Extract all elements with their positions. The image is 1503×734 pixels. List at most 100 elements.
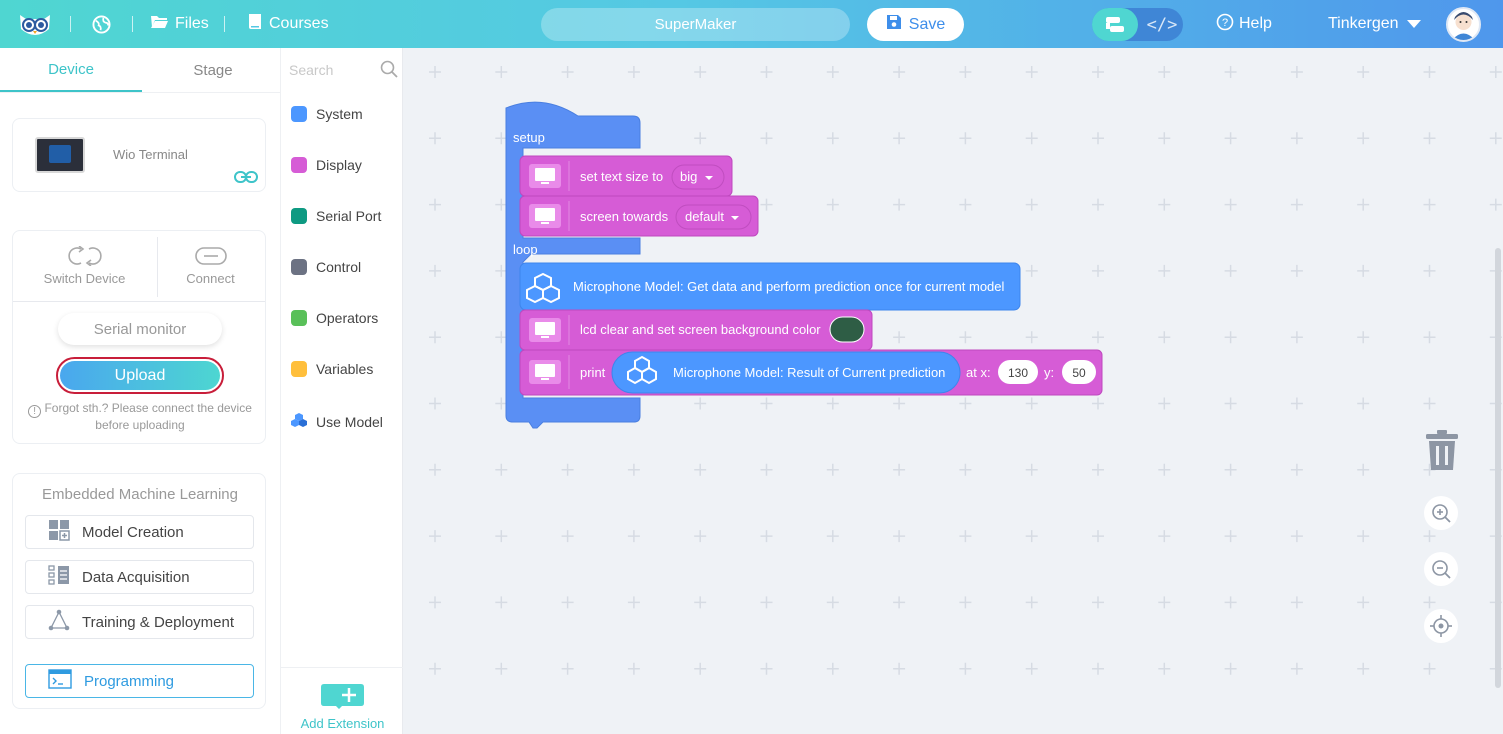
divider bbox=[70, 16, 71, 32]
print-block[interactable]: print Microphone Model: Result of Curren… bbox=[519, 349, 1103, 396]
display-color-dot bbox=[291, 157, 307, 173]
system-color-dot bbox=[291, 106, 307, 122]
operators-color-dot bbox=[291, 310, 307, 326]
courses-label: Courses bbox=[269, 15, 329, 32]
screen-icon bbox=[529, 164, 561, 188]
block-workspace[interactable]: setup loop set text size to big screen t… bbox=[403, 48, 1503, 734]
y-value: 50 bbox=[1072, 366, 1086, 380]
globe-icon[interactable] bbox=[92, 0, 111, 48]
model-creation-icon bbox=[48, 519, 70, 545]
top-bar: Files Courses SuperMaker Save </> ? Help… bbox=[0, 0, 1503, 48]
at-x-label: at x: bbox=[966, 365, 991, 380]
lcd-clear-block[interactable]: lcd clear and set screen background colo… bbox=[519, 309, 873, 351]
search-icon[interactable] bbox=[380, 60, 398, 83]
switch-device-label: Switch Device bbox=[43, 271, 126, 286]
terminal-icon bbox=[48, 668, 72, 694]
link-icon[interactable] bbox=[233, 169, 259, 185]
category-control[interactable]: Control bbox=[291, 259, 361, 275]
connect-label: Connect bbox=[186, 271, 235, 286]
screen-icon bbox=[529, 204, 561, 228]
left-panel: Device Stage Wio Terminal Switch Device … bbox=[0, 48, 280, 734]
switch-device-button[interactable]: Switch Device bbox=[21, 231, 148, 301]
screen-towards-block[interactable]: screen towards default bbox=[519, 195, 759, 237]
chevron-down-icon bbox=[1406, 15, 1421, 33]
screen-icon bbox=[529, 360, 561, 384]
lcd-clear-label: lcd clear and set screen background colo… bbox=[580, 322, 821, 337]
tab-device[interactable]: Device bbox=[0, 48, 142, 92]
trash-icon[interactable] bbox=[1423, 428, 1461, 472]
programming-item[interactable]: Programming bbox=[25, 664, 254, 698]
owl-logo-icon[interactable] bbox=[18, 0, 54, 48]
files-menu[interactable]: Files bbox=[150, 0, 209, 48]
orientation-dropdown[interactable]: default bbox=[675, 204, 752, 230]
switch-icon bbox=[67, 245, 102, 269]
serial-port-color-dot bbox=[291, 208, 307, 224]
warning-icon: ! bbox=[28, 405, 42, 418]
help-label: Help bbox=[1239, 15, 1272, 32]
code-blocks: setup loop set text size to big screen t… bbox=[505, 101, 1103, 429]
data-acquisition-item[interactable]: Data Acquisition bbox=[25, 560, 254, 594]
category-operators[interactable]: Operators bbox=[291, 310, 378, 326]
prediction-result-label: Microphone Model: Result of Current pred… bbox=[673, 365, 945, 380]
wio-terminal-image bbox=[35, 137, 85, 173]
programming-label: Programming bbox=[84, 672, 175, 690]
help-button[interactable]: ? Help bbox=[1216, 0, 1272, 48]
add-extension-icon bbox=[320, 683, 365, 709]
microphone-predict-block[interactable]: Microphone Model: Get data and perform p… bbox=[519, 262, 1021, 311]
zoom-in-icon[interactable] bbox=[1424, 496, 1458, 530]
model-creation-label: Model Creation bbox=[82, 523, 184, 541]
background-color-picker[interactable] bbox=[829, 316, 865, 343]
setup-label: setup bbox=[513, 130, 545, 145]
category-label: Variables bbox=[316, 361, 374, 377]
prediction-result-reporter[interactable]: Microphone Model: Result of Current pred… bbox=[611, 351, 961, 394]
model-creation-item[interactable]: Model Creation bbox=[25, 515, 254, 549]
divider bbox=[13, 301, 265, 302]
code-mode-icon[interactable]: </> bbox=[1144, 8, 1180, 41]
ml-title: Embedded Machine Learning bbox=[42, 486, 238, 503]
courses-menu[interactable]: Courses bbox=[248, 0, 329, 48]
text-size-value: big bbox=[680, 169, 697, 184]
avatar-icon[interactable] bbox=[1446, 7, 1481, 42]
category-system[interactable]: System bbox=[291, 106, 363, 122]
upload-button[interactable]: Upload bbox=[56, 357, 224, 394]
category-label: Serial Port bbox=[316, 208, 382, 224]
device-name: Wio Terminal bbox=[113, 147, 188, 162]
y-value-input[interactable]: 50 bbox=[1062, 360, 1096, 384]
zoom-out-icon[interactable] bbox=[1424, 552, 1458, 586]
category-label: Display bbox=[316, 157, 362, 173]
project-name-field[interactable]: SuperMaker bbox=[541, 8, 850, 41]
category-label: Use Model bbox=[316, 413, 383, 430]
category-use-model[interactable]: Use Model bbox=[291, 412, 383, 431]
screen-icon bbox=[529, 318, 561, 342]
training-deployment-item[interactable]: Training & Deployment bbox=[25, 605, 254, 639]
set-text-size-label: set text size to bbox=[580, 169, 663, 184]
svg-text:?: ? bbox=[1222, 17, 1228, 29]
recenter-icon[interactable] bbox=[1424, 609, 1458, 643]
print-label: print bbox=[580, 365, 606, 380]
set-text-size-block[interactable]: set text size to big bbox=[519, 155, 733, 197]
divider bbox=[224, 16, 225, 32]
loop-label: loop bbox=[513, 242, 538, 257]
serial-monitor-button[interactable]: Serial monitor bbox=[58, 313, 222, 345]
connect-button[interactable]: Connect bbox=[147, 231, 274, 301]
save-label: Save bbox=[908, 15, 946, 33]
ml-card: Embedded Machine Learning Model Creation… bbox=[12, 473, 266, 709]
user-menu[interactable]: Tinkergen bbox=[1328, 0, 1421, 48]
blocks-mode-icon[interactable] bbox=[1092, 8, 1138, 41]
control-color-dot bbox=[291, 259, 307, 275]
device-card[interactable]: Wio Terminal bbox=[12, 118, 266, 192]
data-acquisition-icon bbox=[48, 564, 70, 590]
category-variables[interactable]: Variables bbox=[291, 361, 373, 377]
save-button[interactable]: Save bbox=[867, 8, 964, 41]
device-control-card: Switch Device Connect Serial monitor Upl… bbox=[12, 230, 266, 444]
category-label: Operators bbox=[316, 310, 379, 326]
tab-stage[interactable]: Stage bbox=[142, 48, 284, 92]
category-display[interactable]: Display bbox=[291, 157, 362, 173]
add-extension-button[interactable]: Add Extension bbox=[281, 667, 404, 734]
text-size-dropdown[interactable]: big bbox=[671, 164, 725, 190]
user-label: Tinkergen bbox=[1328, 15, 1399, 32]
folder-icon bbox=[150, 14, 169, 34]
vertical-scrollbar[interactable] bbox=[1495, 248, 1501, 688]
x-value-input[interactable]: 130 bbox=[998, 360, 1038, 384]
category-serial-port[interactable]: Serial Port bbox=[291, 208, 381, 224]
